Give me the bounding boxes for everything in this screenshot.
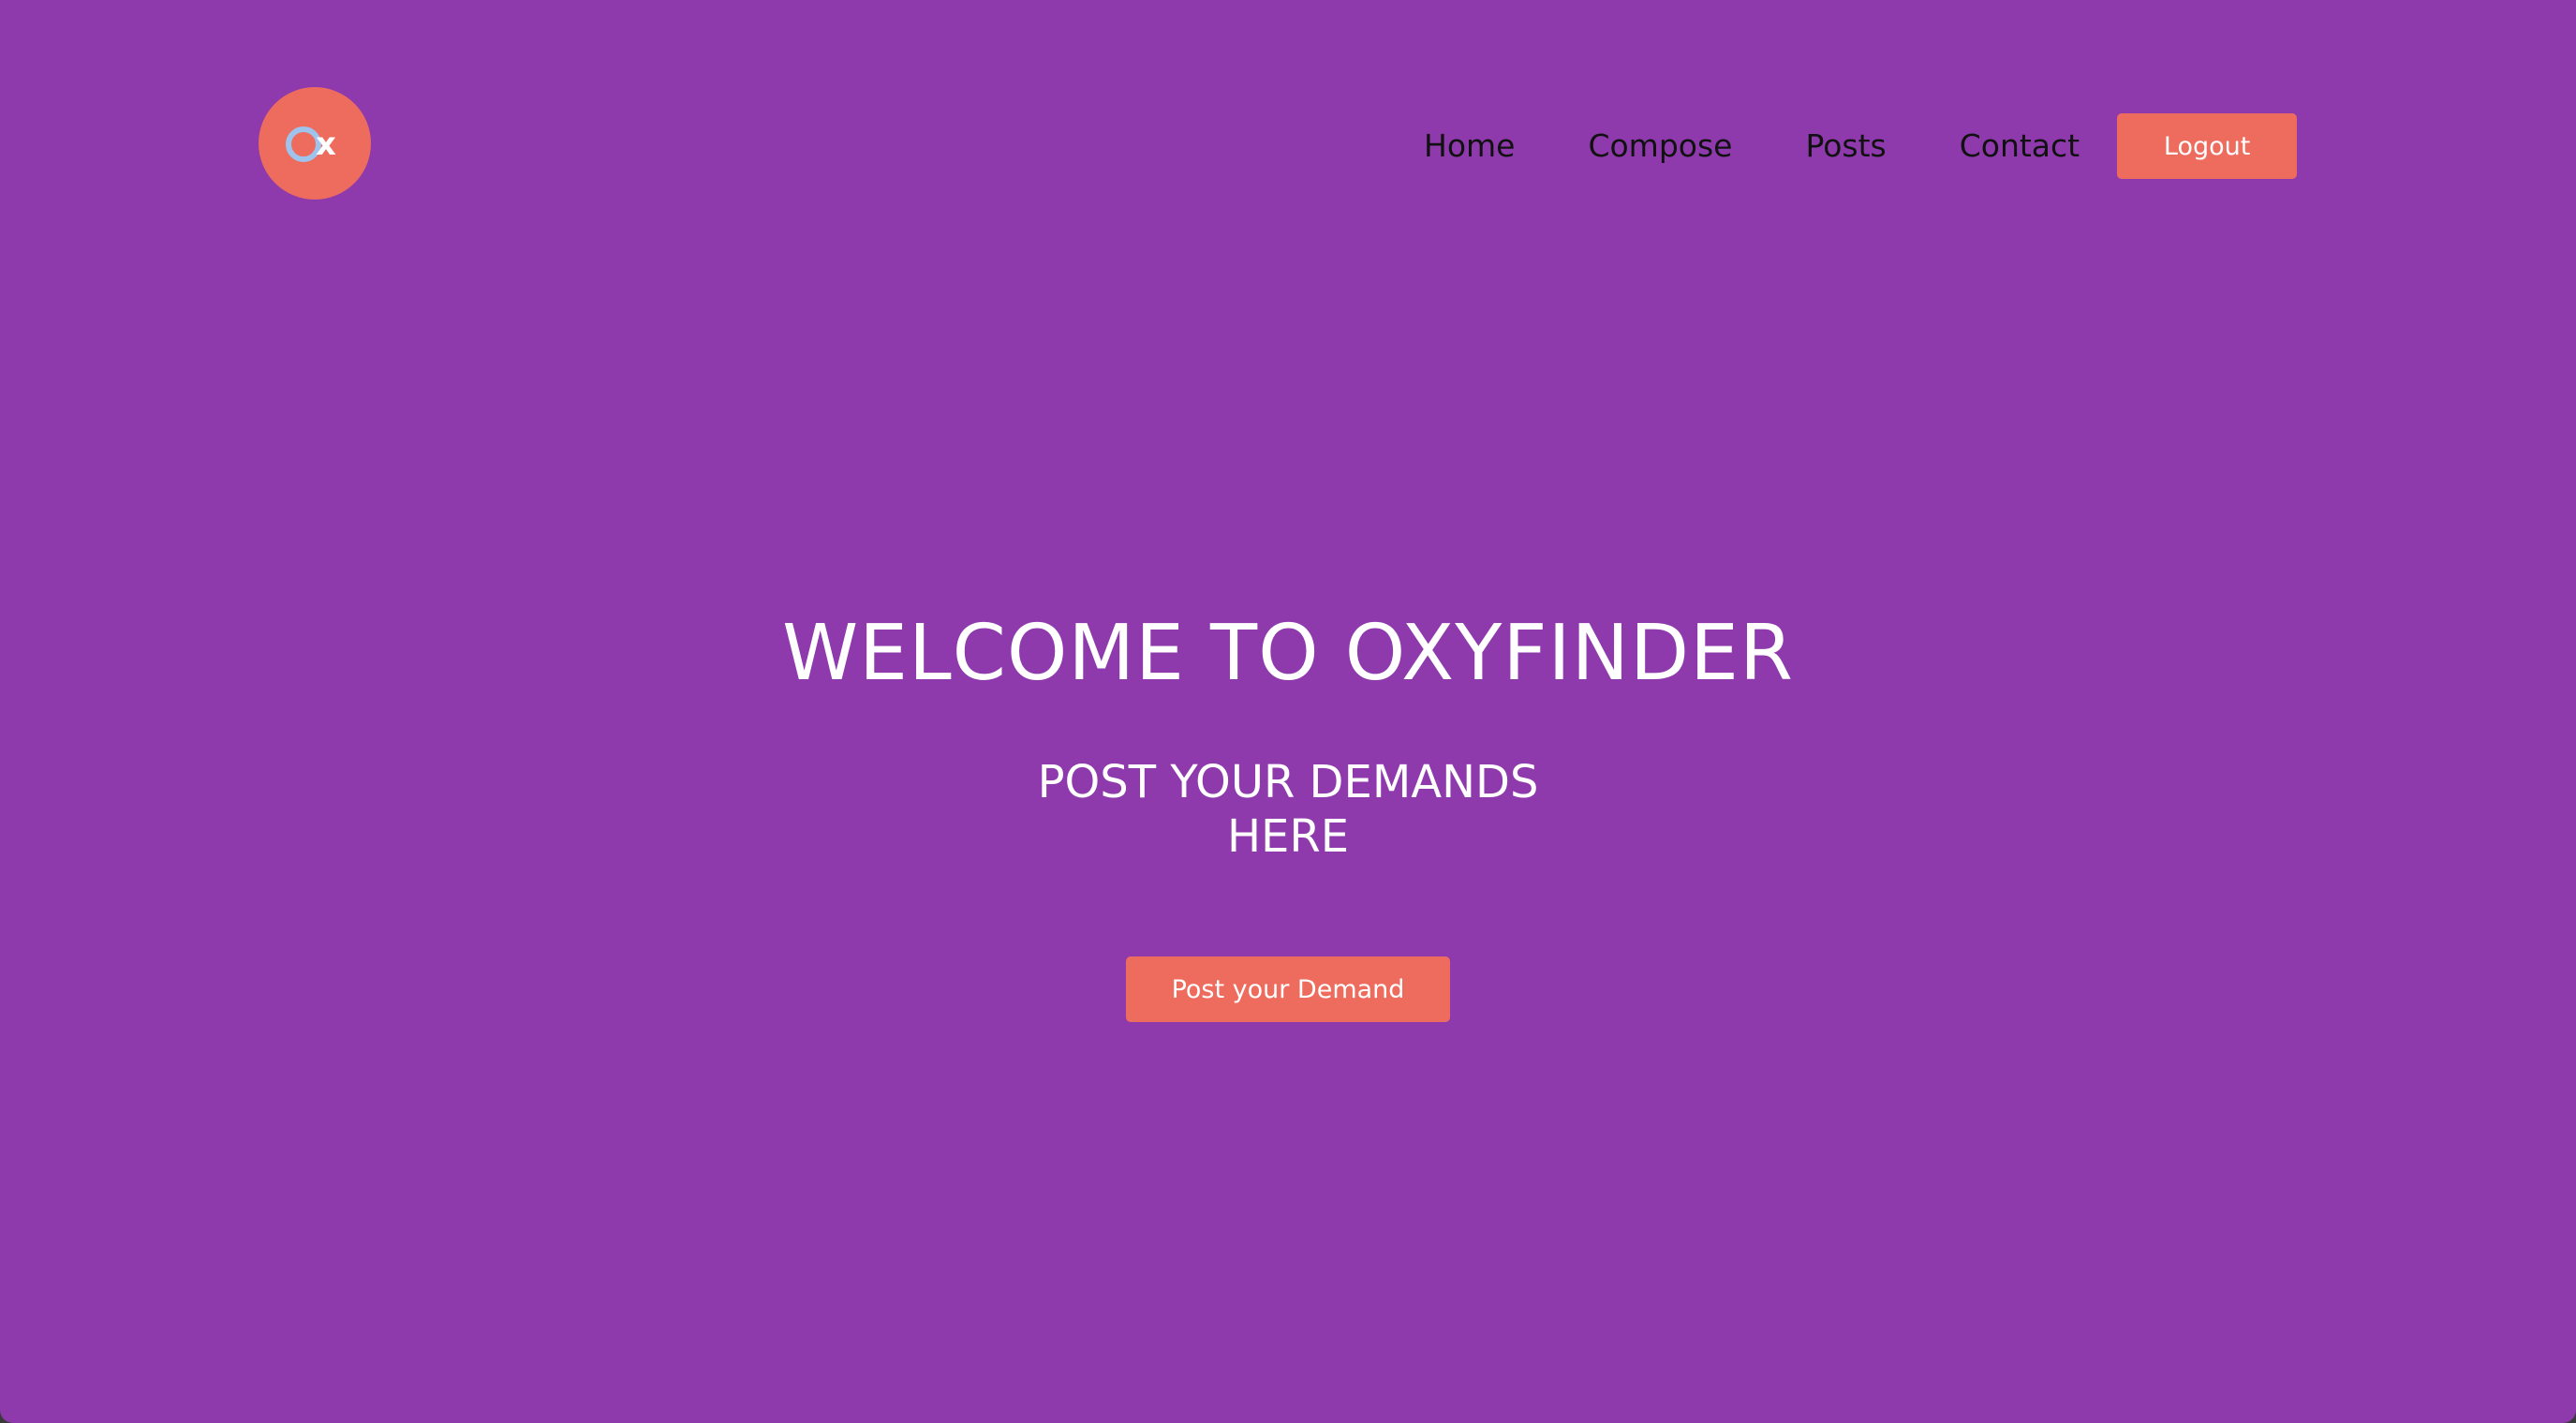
nav-home-link[interactable]: Home [1424, 112, 1515, 180]
hero-subtitle-line-1: POST YOUR DEMANDS [1037, 756, 1539, 808]
landing-page: x Home Compose Posts Contact Logout WELC… [0, 0, 2576, 1423]
main-nav: Home Compose Posts Contact Logout [1424, 112, 2298, 180]
logo-mark: x [286, 123, 344, 164]
hero-subtitle: POST YOUR DEMANDS HERE [0, 755, 2576, 864]
nav-compose-link[interactable]: Compose [1588, 112, 1732, 180]
hero-title: WELCOME TO OXYFINDER [782, 609, 1794, 698]
hero-subtitle-line-2: HERE [1226, 810, 1350, 863]
logout-button[interactable]: Logout [2117, 113, 2298, 179]
nav-contact-link[interactable]: Contact [1960, 112, 2080, 180]
nav-posts-link[interactable]: Posts [1805, 112, 1886, 180]
post-demand-button[interactable]: Post your Demand [1126, 956, 1450, 1022]
logo-x-letter: x [316, 126, 336, 163]
brand-logo[interactable]: x [259, 87, 371, 200]
